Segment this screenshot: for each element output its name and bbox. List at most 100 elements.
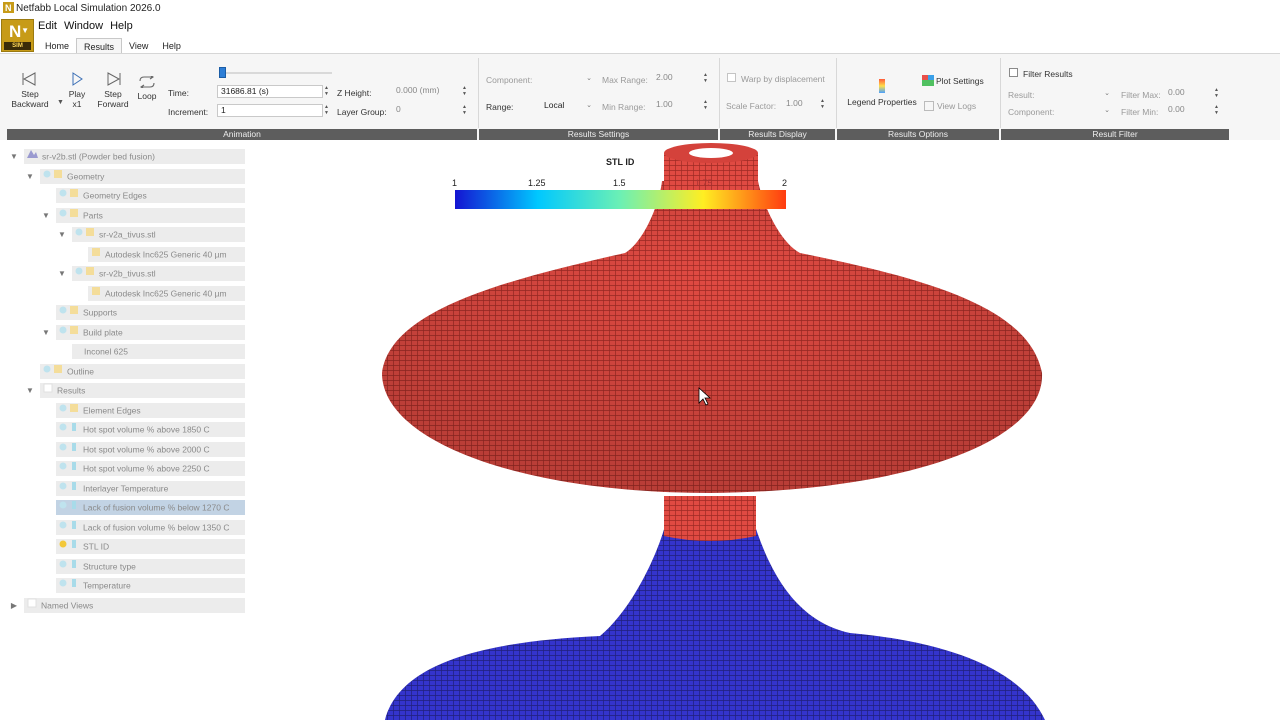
lower-part-blue[interactable] bbox=[385, 526, 1045, 720]
menu-edit[interactable]: Edit bbox=[38, 20, 57, 36]
tree-item-label: Supports bbox=[83, 307, 118, 318]
tree-item[interactable]: Parts bbox=[56, 207, 245, 223]
play-button[interactable]: Play x1 bbox=[65, 72, 89, 109]
loop-button[interactable]: Loop bbox=[135, 76, 159, 101]
tree-item[interactable]: STL ID bbox=[56, 539, 245, 554]
view-logs-button[interactable]: View Logs bbox=[924, 100, 988, 111]
legend-properties-button[interactable]: Legend Properties bbox=[845, 78, 919, 107]
scale-factor-spinner[interactable]: ▲ ▼ bbox=[819, 98, 826, 111]
filter-result-dropdown[interactable]: ⌄ bbox=[1062, 87, 1114, 100]
menu-window[interactable]: Window bbox=[64, 20, 103, 36]
filter-max-input[interactable]: 0.00 bbox=[1165, 87, 1205, 100]
tree-item[interactable]: Outline bbox=[40, 363, 245, 379]
visibility-bulb-icon[interactable] bbox=[59, 520, 79, 535]
expand-toggle-icon[interactable]: ▼ bbox=[25, 383, 35, 398]
project-icon[interactable] bbox=[27, 149, 38, 164]
time-slider-thumb[interactable] bbox=[219, 67, 226, 78]
expand-toggle-icon[interactable]: ▼ bbox=[25, 169, 35, 184]
expand-toggle-icon[interactable]: ▼ bbox=[57, 266, 67, 281]
visibility-bulb-icon[interactable] bbox=[59, 500, 79, 515]
results-icon[interactable] bbox=[43, 383, 53, 398]
tree-item[interactable]: Named Views bbox=[24, 597, 245, 613]
tree-item[interactable]: Supports bbox=[56, 305, 245, 320]
tree-item[interactable]: Hot spot volume % above 1850 C bbox=[56, 422, 245, 437]
folder-icon[interactable] bbox=[75, 266, 95, 281]
simulation-model[interactable] bbox=[250, 141, 1280, 720]
visibility-bulb-icon[interactable] bbox=[59, 442, 79, 457]
expand-toggle-icon[interactable]: ▼ bbox=[57, 227, 67, 242]
tree-item-label: Geometry bbox=[67, 170, 105, 181]
range-dropdown[interactable]: Local ⌄ bbox=[540, 99, 596, 112]
expand-toggle-icon[interactable]: ▼ bbox=[41, 208, 51, 223]
time-spinner[interactable]: ▲ ▼ bbox=[323, 85, 330, 98]
folder-icon[interactable] bbox=[43, 364, 63, 379]
tree-item[interactable]: Geometry Edges bbox=[56, 188, 245, 203]
tree-item[interactable]: Interlayer Temperature bbox=[56, 480, 245, 496]
time-input[interactable]: 31686.81 (s) bbox=[217, 85, 323, 98]
time-slider-track[interactable] bbox=[222, 72, 332, 74]
z-height-spinner[interactable]: ▲ ▼ bbox=[461, 85, 468, 98]
warp-checkbox[interactable] bbox=[727, 73, 736, 82]
folder-icon[interactable] bbox=[59, 305, 79, 320]
folder-icon[interactable] bbox=[43, 169, 63, 184]
folder-icon[interactable] bbox=[59, 188, 79, 203]
tree-item[interactable]: sr-v2b.stl (Powder bed fusion) bbox=[24, 149, 245, 164]
tree-item[interactable]: Hot spot volume % above 2000 C bbox=[56, 441, 245, 457]
visibility-bulb-icon[interactable] bbox=[59, 578, 79, 593]
results-icon[interactable] bbox=[27, 598, 37, 613]
visibility-bulb-icon[interactable] bbox=[59, 481, 79, 496]
min-range-input[interactable]: 1.00 bbox=[653, 99, 698, 112]
collapse-toggle-icon[interactable]: ▶ bbox=[9, 598, 19, 613]
tree-item[interactable]: Inconel 625 bbox=[72, 344, 245, 359]
tree-item[interactable]: Hot spot volume % above 2250 C bbox=[56, 461, 245, 476]
folder-icon[interactable] bbox=[75, 227, 95, 242]
min-range-spinner[interactable]: ▲ ▼ bbox=[702, 99, 709, 112]
tab-home[interactable]: Home bbox=[38, 38, 76, 54]
increment-spinner[interactable]: ▲ ▼ bbox=[323, 104, 330, 117]
visibility-bulb-icon[interactable] bbox=[59, 461, 79, 476]
tree-item[interactable]: Lack of fusion volume % below 1350 C bbox=[56, 519, 245, 535]
max-range-spinner[interactable]: ▲ ▼ bbox=[702, 72, 709, 85]
material-icon[interactable] bbox=[91, 247, 101, 262]
tree-item[interactable]: sr-v2a_tivus.stl bbox=[72, 227, 245, 242]
step-forward-button[interactable]: Step Forward bbox=[95, 72, 131, 109]
filter-component-dropdown[interactable]: ⌄ bbox=[1062, 104, 1114, 117]
3d-viewport[interactable]: STL ID 1 1.25 1.5 1.75 2 bbox=[250, 141, 1280, 720]
filter-results-checkbox[interactable] bbox=[1009, 68, 1018, 77]
tree-item[interactable]: Results bbox=[40, 383, 245, 398]
increment-input[interactable]: 1 bbox=[217, 104, 323, 117]
filter-min-spinner[interactable]: ▲ ▼ bbox=[1213, 104, 1220, 117]
visibility-bulb-on-icon[interactable] bbox=[59, 539, 79, 554]
folder-icon[interactable] bbox=[59, 208, 79, 223]
tree-item[interactable]: Autodesk Inc625 Generic 40 µm bbox=[88, 285, 245, 301]
tree-item[interactable]: Lack of fusion volume % below 1270 C bbox=[56, 500, 245, 515]
tab-view[interactable]: View bbox=[122, 38, 155, 54]
tree-item[interactable]: Autodesk Inc625 Generic 40 µm bbox=[88, 246, 245, 262]
tree-item[interactable]: Temperature bbox=[56, 578, 245, 593]
tree-item[interactable]: Geometry bbox=[40, 168, 245, 184]
component-dropdown[interactable]: ⌄ bbox=[540, 72, 596, 85]
menu-help[interactable]: Help bbox=[110, 20, 133, 36]
tree-item[interactable]: Structure type bbox=[56, 558, 245, 574]
tree-item[interactable]: Element Edges bbox=[56, 402, 245, 418]
material-icon[interactable] bbox=[91, 286, 101, 301]
tab-help[interactable]: Help bbox=[155, 38, 188, 54]
expand-toggle-icon[interactable]: ▼ bbox=[9, 149, 19, 164]
filter-min-input[interactable]: 0.00 bbox=[1165, 104, 1205, 117]
layer-group-spinner[interactable]: ▲ ▼ bbox=[461, 104, 468, 117]
plot-settings-button[interactable]: Plot Settings bbox=[922, 75, 988, 87]
tree-item[interactable]: sr-v2b_tivus.stl bbox=[72, 266, 245, 281]
filter-max-spinner[interactable]: ▲ ▼ bbox=[1213, 87, 1220, 100]
folder-icon[interactable] bbox=[59, 403, 79, 418]
tree-item[interactable]: Build plate bbox=[56, 324, 245, 340]
scale-factor-input[interactable]: 1.00 bbox=[783, 98, 817, 111]
tab-results[interactable]: Results bbox=[76, 38, 123, 54]
visibility-bulb-icon[interactable] bbox=[59, 422, 79, 437]
max-range-input[interactable]: 2.00 bbox=[653, 72, 698, 85]
tree-item-label: Autodesk Inc625 Generic 40 µm bbox=[105, 248, 227, 259]
step-backward-button[interactable]: Step Backward bbox=[10, 72, 50, 109]
visibility-bulb-icon[interactable] bbox=[59, 559, 79, 574]
application-menu-button[interactable]: N ▼ SIM bbox=[1, 19, 34, 52]
expand-toggle-icon[interactable]: ▼ bbox=[41, 325, 51, 340]
folder-icon[interactable] bbox=[59, 325, 79, 340]
